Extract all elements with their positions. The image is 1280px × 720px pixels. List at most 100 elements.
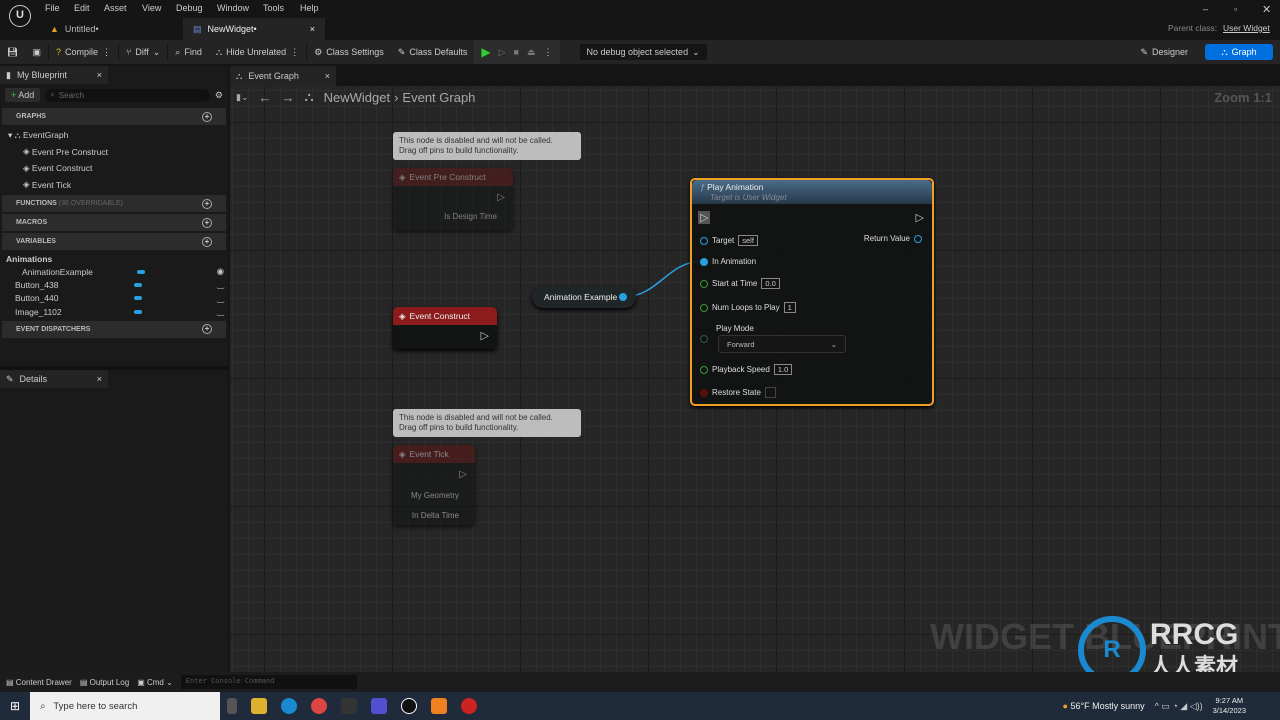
debug-object-dropdown[interactable]: No debug object selected ⌄ bbox=[579, 44, 707, 60]
save-button[interactable]: 💾︎ bbox=[0, 40, 25, 64]
add-graph-icon[interactable]: + bbox=[202, 111, 212, 122]
menu-window[interactable]: Window bbox=[217, 3, 249, 13]
section-variables[interactable]: VARIABLES + bbox=[2, 233, 226, 250]
clock[interactable]: 9:27 AM 3/14/2023 bbox=[1213, 696, 1246, 716]
variable-button-440[interactable]: Button_440 ‿ bbox=[0, 292, 228, 306]
eye-closed-icon[interactable]: ‿ bbox=[217, 306, 224, 317]
start-at-time-pin[interactable] bbox=[700, 279, 708, 288]
recorder-icon[interactable] bbox=[461, 698, 478, 714]
object-pin[interactable] bbox=[619, 293, 627, 301]
minimize-button[interactable]: – bbox=[1203, 4, 1208, 14]
windows-start-icon[interactable]: ⊞ bbox=[10, 699, 20, 713]
tree-item-event-pre-construct[interactable]: ◈ Event Pre Construct bbox=[0, 144, 228, 161]
return-value-pin[interactable] bbox=[914, 234, 922, 243]
target-field[interactable]: self bbox=[738, 235, 758, 246]
tree-item-eventgraph[interactable]: ▾ ⛬ EventGraph bbox=[0, 127, 228, 144]
play-mode-pin[interactable] bbox=[700, 335, 708, 343]
file-explorer-icon[interactable] bbox=[251, 698, 268, 714]
menu-view[interactable]: View bbox=[142, 3, 161, 13]
playback-speed-pin[interactable] bbox=[700, 365, 708, 374]
section-functions[interactable]: FUNCTIONS (36 OVERRIDABLE) + bbox=[2, 195, 226, 212]
eye-closed-icon[interactable]: ‿ bbox=[217, 279, 224, 290]
menu-tools[interactable]: Tools bbox=[263, 3, 284, 13]
console-input[interactable]: Enter Console Command bbox=[180, 675, 357, 689]
epic-games-icon[interactable] bbox=[341, 698, 358, 714]
node-animation-example[interactable]: Animation Example bbox=[532, 286, 636, 308]
graph-button[interactable]: ⛬ Graph bbox=[1205, 44, 1273, 60]
menu-debug[interactable]: Debug bbox=[176, 3, 203, 13]
graph-editor[interactable]: ▮⌄ ← → ⛬ NewWidget › Event Graph Zoom 1:1 … bbox=[230, 86, 1280, 684]
menu-file[interactable]: File bbox=[45, 3, 60, 13]
add-dispatcher-icon[interactable]: + bbox=[202, 324, 212, 334]
restore-state-pin[interactable] bbox=[700, 388, 708, 397]
menu-edit[interactable]: Edit bbox=[74, 3, 90, 13]
edge-icon[interactable] bbox=[281, 698, 298, 714]
close-tab-icon[interactable]: × bbox=[325, 71, 330, 81]
variable-image-1102[interactable]: Image_1102 ‿ bbox=[0, 305, 228, 319]
add-macro-icon[interactable]: + bbox=[202, 217, 212, 228]
eye-icon[interactable]: ◉ bbox=[217, 266, 224, 277]
taskbar-search[interactable]: ⌕ Type here to search bbox=[30, 692, 221, 720]
diff-button[interactable]: ⑂ Diff ⌄ bbox=[119, 40, 167, 64]
section-macros[interactable]: MACROS + bbox=[2, 214, 226, 231]
search-input[interactable]: ⌕ Search bbox=[45, 88, 210, 102]
num-loops-field[interactable]: 1 bbox=[783, 302, 796, 313]
more-options-icon[interactable]: ⋮ bbox=[290, 47, 299, 58]
target-pin[interactable] bbox=[700, 236, 708, 245]
unreal-logo[interactable]: U bbox=[9, 5, 31, 27]
category-animations[interactable]: Animations bbox=[0, 252, 228, 265]
tree-item-event-tick[interactable]: ◈ Event Tick bbox=[0, 177, 228, 194]
compile-button[interactable]: ? Compile ⋮ bbox=[49, 40, 118, 64]
class-settings-button[interactable]: ⚙ Class Settings bbox=[307, 40, 391, 64]
menu-help[interactable]: Help bbox=[300, 3, 319, 13]
node-event-pre-construct[interactable]: ◈ Event Pre Construct ▷ Is Design Time bbox=[393, 168, 513, 230]
play-icon[interactable]: ▶ bbox=[481, 45, 490, 59]
node-event-tick[interactable]: ◈ Event Tick ▷ My Geometry In Delta Time bbox=[393, 445, 475, 525]
class-defaults-button[interactable]: ✎ Class Defaults bbox=[391, 40, 475, 64]
find-button[interactable]: ⌕ Find bbox=[168, 40, 209, 64]
browse-button[interactable]: ▣ bbox=[25, 40, 48, 64]
stop-icon[interactable]: ■ bbox=[514, 47, 519, 57]
tab-details[interactable]: ✎ Details × bbox=[0, 370, 108, 388]
exec-out-pin[interactable]: ▷ bbox=[459, 469, 467, 480]
tab-my-blueprint[interactable]: ▮ My Blueprint × bbox=[0, 66, 108, 84]
eye-closed-icon[interactable]: ‿ bbox=[217, 293, 224, 304]
add-button[interactable]: + Add bbox=[5, 88, 41, 102]
settings-gear-icon[interactable]: ⚙ bbox=[215, 90, 223, 101]
tab-untitled[interactable]: ▲ Untitled• bbox=[40, 18, 180, 40]
chrome-icon[interactable] bbox=[311, 698, 328, 714]
restore-state-checkbox[interactable] bbox=[764, 387, 776, 398]
section-event-dispatchers[interactable]: EVENT DISPATCHERS + bbox=[2, 320, 226, 338]
play-mode-dropdown[interactable]: Forward ⌄ bbox=[718, 335, 846, 353]
add-function-icon[interactable]: + bbox=[202, 198, 212, 209]
tree-item-event-construct[interactable]: ◈ Event Construct bbox=[0, 160, 228, 177]
in-animation-pin[interactable] bbox=[700, 257, 708, 266]
parent-class-link[interactable]: User Widget bbox=[1223, 23, 1270, 33]
playback-speed-field[interactable]: 1.0 bbox=[773, 364, 793, 375]
exec-out-pin[interactable]: ▷ bbox=[916, 211, 924, 224]
variable-button-438[interactable]: Button_438 ‿ bbox=[0, 278, 228, 292]
designer-button[interactable]: ✎ Designer bbox=[1133, 40, 1195, 64]
weather-widget[interactable]: ● 56°F Mostly sunny bbox=[1063, 701, 1145, 711]
hide-unrelated-button[interactable]: ⛬ Hide Unrelated ⋮ bbox=[209, 40, 306, 64]
close-button[interactable]: ✕ bbox=[1262, 3, 1271, 16]
tab-newwidget[interactable]: ▤ NewWidget• × bbox=[183, 18, 325, 40]
app-icon[interactable] bbox=[371, 698, 388, 714]
play-options-icon[interactable]: ⋮ bbox=[544, 47, 553, 58]
cmd-dropdown[interactable]: ▣ Cmd ⌄ bbox=[137, 678, 173, 687]
node-play-animation[interactable]: ƒ Play Animation Target is User Widget ▷… bbox=[690, 178, 934, 406]
close-tab-icon[interactable]: × bbox=[97, 70, 102, 80]
system-tray-icons[interactable]: ^ ▭ ◔ ◢ ◁)) bbox=[1155, 701, 1203, 712]
vlc-icon[interactable] bbox=[431, 698, 448, 714]
tab-event-graph[interactable]: ⛬ Event Graph × bbox=[230, 66, 336, 86]
unreal-engine-icon[interactable] bbox=[401, 698, 418, 714]
exec-out-pin[interactable]: ▷ bbox=[497, 192, 505, 203]
num-loops-pin[interactable] bbox=[700, 303, 708, 312]
start-at-time-field[interactable]: 0.0 bbox=[761, 278, 780, 289]
exec-out-pin[interactable]: ▷ bbox=[481, 329, 489, 342]
exec-in-pin[interactable]: ▷ bbox=[698, 211, 711, 224]
close-tab-icon[interactable]: × bbox=[97, 374, 102, 384]
add-variable-icon[interactable]: + bbox=[202, 236, 212, 247]
maximize-button[interactable]: ▫ bbox=[1234, 4, 1237, 14]
section-graphs[interactable]: GRAPHS + bbox=[2, 108, 226, 125]
